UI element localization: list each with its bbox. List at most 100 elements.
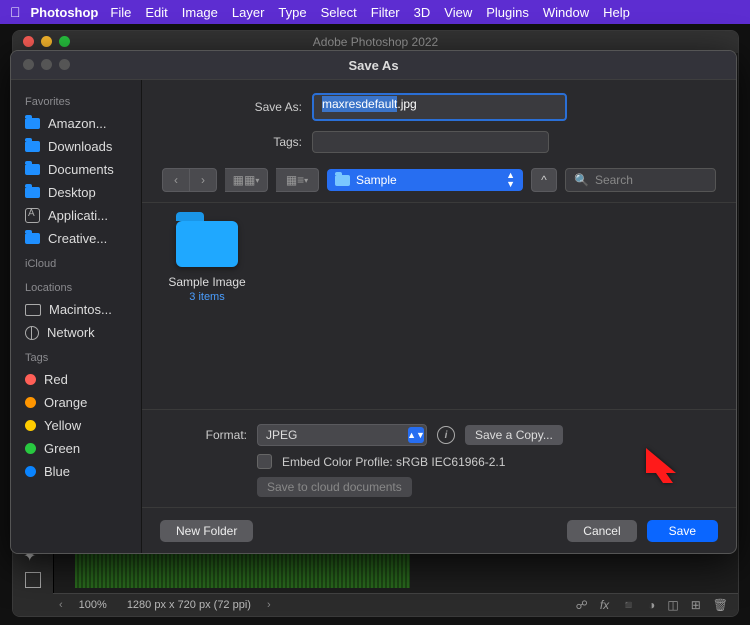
icloud-header: iCloud (11, 250, 141, 274)
sidebar-item-macintosh[interactable]: Macintos... (11, 298, 141, 321)
embed-profile-checkbox[interactable] (257, 454, 272, 469)
app-name[interactable]: Photoshop (31, 5, 99, 20)
tags-input[interactable] (312, 131, 549, 153)
artboard-tool-icon[interactable] (25, 572, 41, 588)
sidebar-item-amazon[interactable]: Amazon... (11, 112, 141, 135)
forward-button[interactable]: › (190, 168, 217, 192)
mask-icon[interactable]: ◾ (621, 598, 636, 612)
folder-icon (25, 164, 40, 175)
filename-ext: .jpg (397, 97, 416, 111)
back-button[interactable]: ‹ (162, 168, 190, 192)
group-by-button[interactable]: ▦≡▾ (276, 168, 319, 192)
location-popup[interactable]: Sample ▲▼ (327, 169, 523, 191)
menu-window[interactable]: Window (543, 5, 589, 20)
group-icon[interactable]: ◫ (667, 598, 678, 612)
apple-menu-icon[interactable]:  (10, 4, 21, 20)
folder-icon (335, 175, 350, 186)
folder-item[interactable]: Sample Image 3 items (162, 221, 252, 303)
menu-edit[interactable]: Edit (145, 5, 167, 20)
favorites-header: Favorites (11, 88, 141, 112)
close-icon[interactable] (23, 36, 34, 47)
menu-filter[interactable]: Filter (371, 5, 400, 20)
updown-icon: ▲▼ (408, 427, 424, 443)
link-icon[interactable]: ☍ (576, 598, 588, 612)
finder-toolbar: ‹ › ▦▦▾ ▦≡▾ Sample ▲▼ ^ 🔍 Search (142, 158, 736, 203)
menu-plugins[interactable]: Plugins (486, 5, 529, 20)
sidebar-tag-yellow[interactable]: Yellow (11, 414, 141, 437)
sidebar-tag-orange[interactable]: Orange (11, 391, 141, 414)
folder-item-count: 3 items (162, 291, 252, 303)
fx-icon[interactable]: fx (600, 598, 609, 612)
tags-header: Tags (11, 344, 141, 368)
minimize-icon[interactable] (41, 36, 52, 47)
sidebar-tag-blue[interactable]: Blue (11, 460, 141, 483)
applications-icon (25, 208, 40, 223)
blue-tag-icon (25, 466, 36, 477)
menu-image[interactable]: Image (182, 5, 218, 20)
menu-help[interactable]: Help (603, 5, 630, 20)
menu-type[interactable]: Type (278, 5, 306, 20)
orange-tag-icon (25, 397, 36, 408)
dialog-title: Save As (348, 58, 398, 73)
menu-view[interactable]: View (444, 5, 472, 20)
search-field[interactable]: 🔍 Search (565, 168, 716, 192)
sidebar-tag-red[interactable]: Red (11, 368, 141, 391)
zoom-level[interactable]: 100% (69, 599, 117, 611)
new-layer-icon[interactable]: ⊞ (691, 598, 701, 612)
menu-layer[interactable]: Layer (232, 5, 265, 20)
format-area: Format: JPEG ▲▼ i Save a Copy... Embed C… (142, 409, 736, 507)
folder-name: Sample Image (162, 275, 252, 289)
dialog-main: Save As: maxresdefault.jpg Tags: ‹ › ▦▦▾… (142, 80, 736, 554)
status-bar: ‹ 100% 1280 px x 720 px (72 ppi) › ☍ fx … (53, 593, 738, 616)
save-as-label: Save As: (162, 100, 302, 114)
green-tag-icon (25, 443, 36, 454)
disk-icon (25, 304, 41, 316)
sidebar-item-creative[interactable]: Creative... (11, 227, 141, 250)
folder-icon (25, 187, 40, 198)
sidebar-tag-green[interactable]: Green (11, 437, 141, 460)
sidebar-item-documents[interactable]: Documents (11, 158, 141, 181)
photoshop-window-title: Adobe Photoshop 2022 (313, 35, 438, 49)
document-canvas[interactable] (75, 548, 410, 588)
location-name: Sample (356, 173, 397, 187)
new-folder-button[interactable]: New Folder (160, 520, 253, 542)
dialog-button-bar: New Folder Cancel Save (142, 507, 736, 554)
sidebar-item-applications[interactable]: Applicati... (11, 204, 141, 227)
icon-view-button[interactable]: ▦▦▾ (225, 168, 268, 192)
format-select[interactable]: JPEG ▲▼ (257, 424, 427, 446)
dialog-titlebar: Save As (11, 51, 736, 80)
format-value: JPEG (266, 428, 297, 442)
locations-header: Locations (11, 274, 141, 298)
maximize-icon[interactable] (59, 36, 70, 47)
collapse-button[interactable]: ^ (531, 168, 557, 192)
search-placeholder: Search (595, 173, 633, 187)
adjustment-icon[interactable]: ◑ (648, 598, 655, 612)
updown-icon: ▲▼ (506, 171, 515, 189)
cancel-button[interactable]: Cancel (567, 520, 636, 542)
filename-input[interactable]: maxresdefault.jpg (312, 93, 567, 121)
dialog-close-icon[interactable] (23, 59, 34, 70)
save-to-cloud-button[interactable]: Save to cloud documents (257, 477, 412, 497)
trash-icon[interactable]: 🗑 (713, 598, 728, 612)
dialog-minimize-icon (41, 59, 52, 70)
finder-sidebar: Favorites Amazon... Downloads Documents … (11, 80, 142, 554)
dialog-maximize-icon (59, 59, 70, 70)
save-button[interactable]: Save (647, 520, 718, 542)
save-a-copy-button[interactable]: Save a Copy... (465, 425, 563, 445)
sidebar-item-desktop[interactable]: Desktop (11, 181, 141, 204)
sidebar-item-downloads[interactable]: Downloads (11, 135, 141, 158)
file-browser[interactable]: Sample Image 3 items (142, 203, 736, 409)
menu-3d[interactable]: 3D (414, 5, 431, 20)
chevron-right-icon[interactable]: › (261, 599, 277, 611)
menu-file[interactable]: File (110, 5, 131, 20)
folder-icon (25, 233, 40, 244)
menu-select[interactable]: Select (321, 5, 357, 20)
chevron-left-icon[interactable]: ‹ (53, 599, 69, 611)
filename-value: maxresdefault (322, 96, 397, 112)
info-icon[interactable]: i (437, 426, 455, 444)
tags-label: Tags: (162, 135, 302, 149)
search-icon: 🔍 (574, 173, 589, 187)
save-as-dialog: Save As Favorites Amazon... Downloads Do… (10, 50, 737, 554)
folder-icon (176, 221, 238, 267)
sidebar-item-network[interactable]: Network (11, 321, 141, 344)
